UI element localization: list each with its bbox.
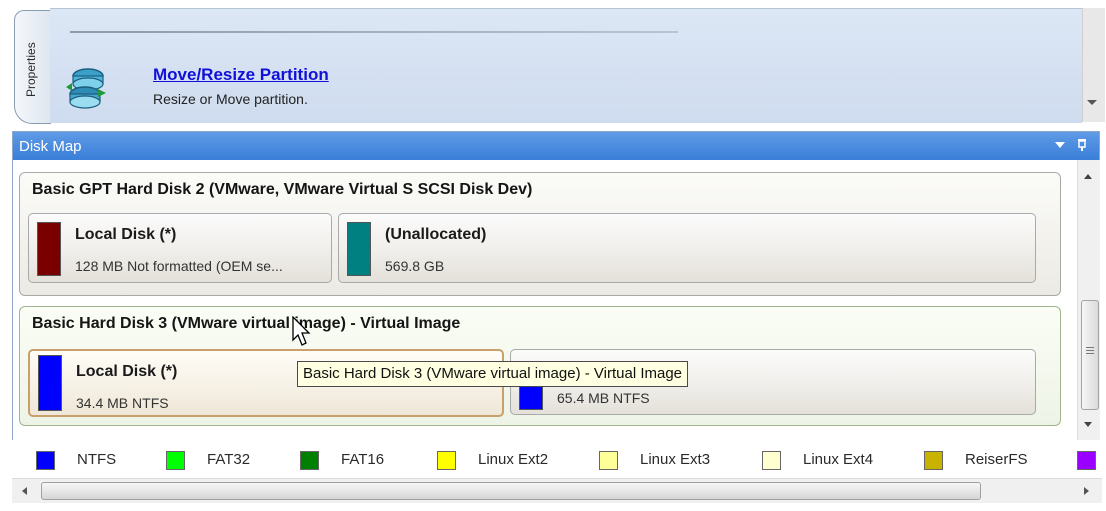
- disk-card[interactable]: Basic GPT Hard Disk 2 (VMware, VMware Vi…: [19, 172, 1061, 296]
- disk-map-panel: Disk Map Basic GPT Hard Disk 2 (VMware, …: [12, 131, 1100, 442]
- partition-info: 34.4 MB NTFS: [76, 395, 169, 411]
- move-resize-icon: [66, 68, 106, 109]
- partition-name: Local Disk (*): [75, 226, 177, 243]
- disk-map-title: Disk Map: [19, 138, 82, 155]
- disk-title: Basic GPT Hard Disk 2 (VMware, VMware Vi…: [32, 181, 533, 198]
- scrollbar-thumb[interactable]: [41, 482, 981, 500]
- legend-label: FAT32: [207, 451, 251, 468]
- move-resize-partition-link[interactable]: Move/Resize Partition: [153, 65, 329, 85]
- legend-swatch: [762, 451, 781, 470]
- properties-tab[interactable]: Properties: [14, 10, 51, 124]
- grip-icon: [1086, 347, 1094, 356]
- mouse-pointer-icon: [292, 316, 311, 346]
- scroll-up-arrow-icon[interactable]: [1084, 174, 1092, 179]
- scroll-right-arrow-icon[interactable]: [1084, 487, 1089, 495]
- disk-map-header: Disk Map: [13, 132, 1099, 160]
- legend-label: FAT16: [341, 451, 385, 468]
- legend-swatch: [599, 451, 618, 470]
- disk-map-body: Basic GPT Hard Disk 2 (VMware, VMware Vi…: [13, 160, 1077, 441]
- partition-block[interactable]: (Unallocated) 569.8 GB: [338, 213, 1036, 283]
- legend-label: NTFS: [77, 451, 117, 468]
- scroll-down-arrow-icon[interactable]: [1084, 422, 1092, 427]
- legend-label: Linux Ext2: [478, 451, 549, 468]
- section-divider: [70, 31, 678, 33]
- partition-info: 65.4 MB NTFS: [557, 390, 650, 406]
- disk-map-scrollbar[interactable]: [1077, 160, 1100, 441]
- properties-content: Move/Resize Partition Resize or Move par…: [50, 8, 1082, 123]
- partition-block[interactable]: Local Disk (*) 128 MB Not formatted (OEM…: [28, 213, 332, 283]
- partition-color-swatch: [38, 355, 62, 411]
- legend-swatch: [437, 451, 456, 470]
- partition-color-swatch: [37, 222, 61, 276]
- legend-swatch: [36, 451, 55, 470]
- partition-name: Local Disk (*): [76, 363, 178, 380]
- scrollbar-thumb[interactable]: [1081, 300, 1099, 410]
- legend-label: ReiserFS: [965, 451, 1028, 468]
- partition-info: 569.8 GB: [385, 258, 445, 274]
- properties-pane: Properties Move/Resize Partition Resize …: [8, 8, 1105, 124]
- horizontal-scrollbar[interactable]: [12, 478, 1102, 503]
- scroll-left-arrow-icon[interactable]: [22, 487, 27, 495]
- properties-tab-label: Properties: [24, 42, 38, 97]
- chevron-down-icon[interactable]: [1055, 142, 1065, 148]
- scroll-down-arrow-icon[interactable]: [1087, 100, 1097, 105]
- partition-info: 128 MB Not formatted (OEM se...: [75, 258, 283, 274]
- legend-swatch: [166, 451, 185, 470]
- filesystem-legend: NTFS FAT32 FAT16 Linux Ext2 Linux Ext3 L…: [8, 440, 1104, 476]
- operation-description: Resize or Move partition.: [153, 91, 308, 107]
- partition-color-swatch: [347, 222, 371, 276]
- properties-scrollbar[interactable]: [1082, 8, 1105, 122]
- pin-icon[interactable]: [1076, 138, 1088, 152]
- disk-tooltip: Basic Hard Disk 3 (VMware virtual image)…: [297, 361, 689, 387]
- partition-name: (Unallocated): [385, 226, 487, 243]
- legend-label: Linux Ext3: [640, 451, 711, 468]
- legend-swatch: [300, 451, 319, 470]
- legend-swatch: [1077, 451, 1096, 470]
- legend-swatch: [924, 451, 943, 470]
- disk-title: Basic Hard Disk 3 (VMware virtual image)…: [32, 315, 461, 332]
- legend-label: Linux Ext4: [803, 451, 874, 468]
